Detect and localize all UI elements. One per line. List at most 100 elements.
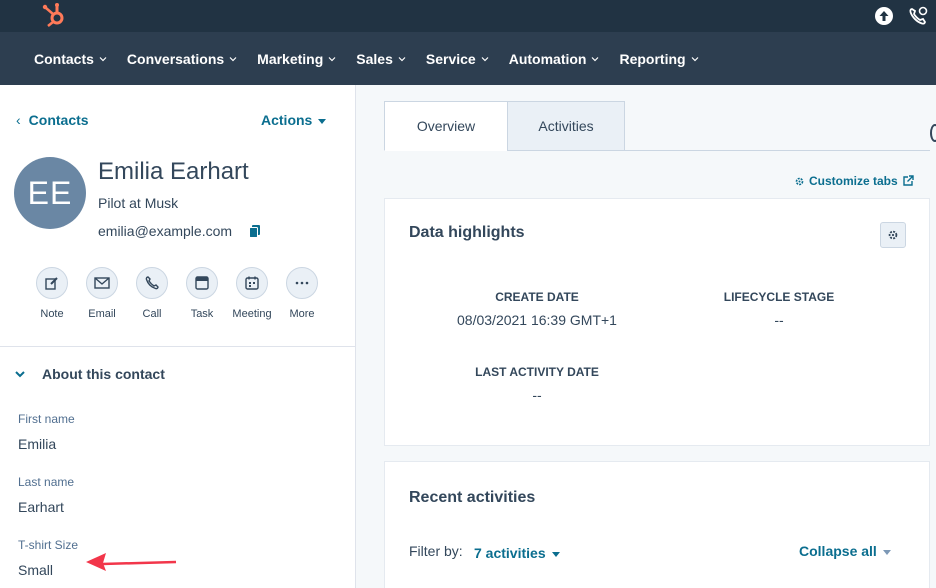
annotation-arrow-icon (86, 553, 177, 571)
calling-icon[interactable] (908, 6, 928, 26)
back-to-contacts-link[interactable]: ‹ Contacts (16, 112, 89, 128)
chevron-down-icon (229, 56, 237, 61)
actions-label: Actions (261, 112, 313, 128)
back-link-label: Contacts (28, 112, 89, 128)
actions-dropdown[interactable]: Actions (261, 112, 327, 128)
meeting-action-button[interactable]: Meeting (229, 267, 275, 320)
tab-overview-label: Overview (416, 118, 476, 134)
create-date-label: CREATE DATE (495, 290, 579, 304)
note-action-button[interactable]: Note (29, 267, 75, 320)
nav-service[interactable]: Service (426, 51, 489, 67)
record-tabs: Overview Activities (384, 101, 930, 151)
task-icon (195, 276, 209, 290)
meeting-action-label: Meeting (232, 308, 272, 320)
nav-label: Service (425, 50, 476, 67)
collapse-all-label: Collapse all (799, 543, 877, 559)
contact-name[interactable]: Emilia Earhart (98, 158, 249, 186)
nav-label: Marketing (257, 50, 324, 67)
external-link-icon (902, 175, 914, 186)
upgrade-arrow-icon[interactable] (874, 6, 894, 26)
copy-icon[interactable] (248, 224, 262, 238)
chevron-down-icon (481, 56, 489, 61)
top-bar (0, 0, 936, 32)
lifecycle-stage-value: -- (774, 312, 784, 328)
email-action-label: Email (88, 308, 116, 320)
email-action-circle (86, 267, 118, 299)
chevron-down-icon (328, 56, 336, 61)
last-activity-date-label: LAST ACTIVITY DATE (475, 365, 599, 379)
last-activity-date-value: -- (532, 387, 542, 403)
data-highlights-title: Data highlights (409, 224, 525, 241)
chevron-left-icon: ‹ (16, 112, 21, 128)
last-name-value[interactable]: Earhart (18, 499, 64, 515)
gear-icon (795, 177, 804, 185)
about-section-title: About this contact (42, 366, 165, 382)
chevron-down-icon (592, 56, 599, 61)
data-highlights-card: Data highlights CREATE DATE 08/03/2021 1… (384, 198, 930, 446)
tab-activities[interactable]: Activities (507, 101, 625, 151)
chevron-down-icon (99, 56, 107, 61)
avatar-initials: EE (27, 174, 73, 211)
nav-label: Contacts (34, 50, 94, 67)
tshirt-size-label: T-shirt Size (18, 538, 79, 552)
note-action-label: Note (40, 308, 64, 320)
lifecycle-stage-label: LIFECYCLE STAGE (723, 290, 835, 304)
ellipsis-icon (295, 281, 309, 285)
pencil-icon (45, 277, 58, 290)
hubspot-logo-icon[interactable] (40, 2, 68, 28)
nav-contacts[interactable]: Contacts (34, 51, 107, 67)
meeting-action-circle (236, 267, 268, 299)
envelope-icon (94, 277, 110, 289)
contact-sidebar: ‹ Contacts Actions EE Emilia Earhart Pilo… (0, 85, 356, 588)
more-action-button[interactable]: More (279, 267, 325, 320)
chevron-down-icon (691, 56, 699, 61)
customize-tabs-label: Customize tabs (809, 174, 898, 188)
activity-filter-value: 7 activities (474, 545, 546, 561)
tshirt-size-value[interactable]: Small (18, 562, 53, 578)
filter-by-label: Filter by: (409, 543, 463, 559)
caret-down-icon (551, 551, 560, 557)
caret-down-icon (318, 118, 327, 124)
nav-label: Automation (508, 50, 587, 67)
call-action-circle (136, 267, 168, 299)
nav-conversations[interactable]: Conversations (127, 51, 237, 67)
nav-automation[interactable]: Automation (509, 51, 600, 67)
nav-label: Conversations (126, 50, 225, 67)
nav-sales[interactable]: Sales (356, 51, 406, 67)
nav-reporting[interactable]: Reporting (619, 50, 699, 67)
last-name-label: Last name (18, 475, 75, 489)
more-action-label: More (289, 308, 315, 320)
chevron-down-icon (15, 371, 25, 378)
nav-label: Reporting (619, 50, 686, 67)
calendar-icon (245, 276, 259, 290)
call-action-button[interactable]: Call (129, 267, 175, 320)
phone-icon (145, 276, 159, 290)
activity-filter-dropdown[interactable]: 7 activities (474, 545, 560, 561)
more-action-circle (286, 267, 318, 299)
gear-icon (888, 230, 898, 240)
call-action-label: Call (142, 308, 162, 320)
note-action-circle (36, 267, 68, 299)
tab-activities-label: Activities (538, 118, 594, 134)
contact-job-title: Pilot at Musk (98, 195, 179, 211)
about-section-toggle[interactable]: About this contact (14, 366, 165, 382)
email-action-button[interactable]: Email (79, 267, 125, 320)
create-date-value: 08/03/2021 16:39 GMT+1 (457, 312, 617, 328)
contact-email[interactable]: emilia@example.com (98, 223, 232, 239)
first-name-value[interactable]: Emilia (18, 436, 56, 452)
customize-tabs-link[interactable]: Customize tabs (794, 174, 918, 188)
task-action-label: Task (190, 308, 214, 320)
caret-down-icon (882, 549, 891, 555)
nav-label: Sales (356, 50, 393, 67)
data-highlights-settings-button[interactable] (880, 222, 906, 248)
tab-overview[interactable]: Overview (384, 101, 508, 151)
nav-marketing[interactable]: Marketing (257, 51, 336, 67)
collapse-all-button[interactable]: Collapse all (799, 543, 891, 559)
recent-activities-title: Recent activities (409, 489, 536, 506)
task-action-circle (186, 267, 218, 299)
chevron-down-icon (398, 56, 406, 61)
section-divider (0, 346, 355, 347)
edge-toggle-icon[interactable] (930, 124, 936, 142)
first-name-label: First name (18, 412, 75, 426)
task-action-button[interactable]: Task (179, 267, 225, 320)
